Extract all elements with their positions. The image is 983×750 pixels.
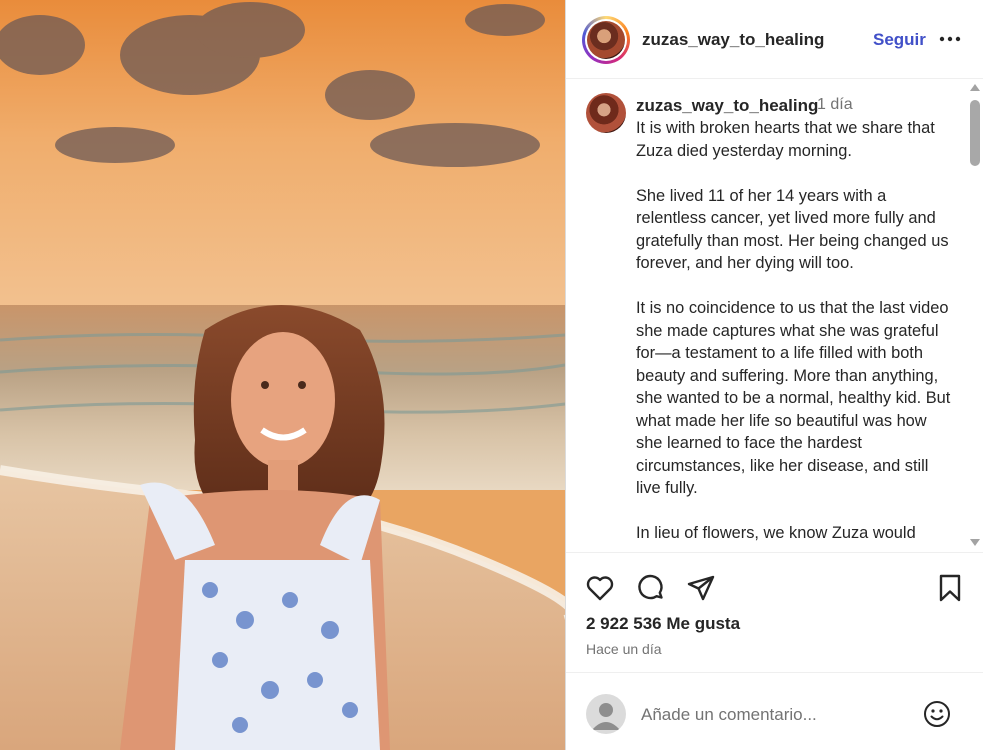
caption-scrollbar[interactable] <box>966 80 983 552</box>
avatar <box>587 21 625 59</box>
caption-timestamp[interactable]: 1 día <box>817 96 853 114</box>
default-user-icon <box>592 703 620 730</box>
comment-input[interactable] <box>641 703 911 727</box>
post-photo[interactable] <box>0 0 565 750</box>
bookmark-icon[interactable] <box>935 573 965 603</box>
follow-button[interactable]: Seguir <box>873 30 926 50</box>
likes-count[interactable]: 2 922 536 Me gusta <box>586 614 740 634</box>
post-detail-panel: zuzas_way_to_healing Seguir zuzas_way_to… <box>565 0 983 750</box>
share-icon[interactable] <box>686 573 716 603</box>
post-header: zuzas_way_to_healing Seguir <box>566 0 983 79</box>
action-bar: 2 922 536 Me gusta Hace un día <box>566 552 983 672</box>
comment-icon[interactable] <box>636 573 666 603</box>
caption-section[interactable]: zuzas_way_to_healing 1 día It is with br… <box>566 80 966 552</box>
emoji-icon[interactable] <box>922 699 952 729</box>
story-avatar[interactable] <box>582 16 630 64</box>
scrollbar-thumb[interactable] <box>970 100 980 166</box>
scroll-down-arrow-icon[interactable] <box>970 539 980 546</box>
caption-text: It is with broken hearts that we share t… <box>636 119 951 542</box>
post-date[interactable]: Hace un día <box>586 641 662 657</box>
caption-avatar[interactable] <box>586 93 626 133</box>
scroll-up-arrow-icon[interactable] <box>970 84 980 91</box>
caption-username[interactable]: zuzas_way_to_healing <box>636 96 818 116</box>
header-username[interactable]: zuzas_way_to_healing <box>642 30 824 50</box>
add-comment-bar <box>566 672 983 750</box>
heart-icon[interactable] <box>585 573 615 603</box>
beach-sunset-photo <box>0 0 565 750</box>
current-user-avatar <box>586 694 626 734</box>
more-options-icon[interactable] <box>938 29 962 49</box>
